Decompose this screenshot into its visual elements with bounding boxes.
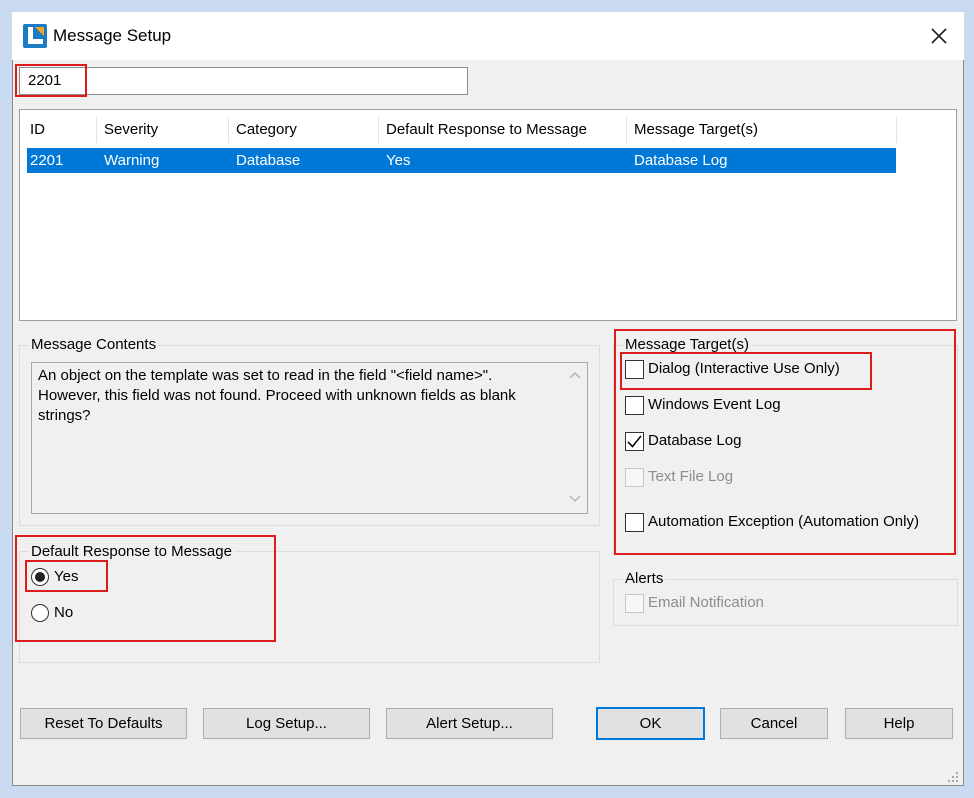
log-setup-button[interactable]: Log Setup... xyxy=(203,708,370,739)
app-logo-icon xyxy=(23,24,47,48)
automation-exception-checkbox[interactable] xyxy=(625,513,644,532)
email-notification-label: Email Notification xyxy=(648,594,764,611)
annotation-highlight-box xyxy=(620,352,872,390)
text-file-log-label: Text File Log xyxy=(648,468,734,485)
column-header-category[interactable]: Category xyxy=(229,117,379,143)
windows-event-log-label[interactable]: Windows Event Log xyxy=(648,396,781,413)
column-header-message-targets[interactable]: Message Target(s) xyxy=(627,117,897,143)
annotation-highlight-box xyxy=(15,64,87,97)
message-contents-scrollbar[interactable] xyxy=(563,363,587,513)
alert-setup-button[interactable]: Alert Setup... xyxy=(386,708,553,739)
annotation-highlight-box xyxy=(25,560,108,592)
message-contents-text: An object on the template was set to rea… xyxy=(31,362,588,514)
cell-message-targets: Database Log xyxy=(634,152,728,169)
windows-event-log-checkbox[interactable] xyxy=(625,396,644,415)
message-contents-title: Message Contents xyxy=(29,336,159,353)
column-header-default-response[interactable]: Default Response to Message xyxy=(379,117,627,143)
close-icon[interactable] xyxy=(922,20,956,52)
no-radio-label[interactable]: No xyxy=(54,604,73,621)
automation-exception-label[interactable]: Automation Exception (Automation Only) xyxy=(648,513,919,530)
message-contents-body: An object on the template was set to rea… xyxy=(38,367,516,424)
cell-category: Database xyxy=(236,152,301,169)
text-file-log-checkbox xyxy=(625,468,644,487)
help-button[interactable]: Help xyxy=(845,708,953,739)
column-header-id[interactable]: ID xyxy=(23,117,97,143)
cell-default-response: Yes xyxy=(386,152,411,169)
alerts-title: Alerts xyxy=(623,570,666,587)
resize-grip-icon[interactable] xyxy=(944,770,960,784)
checkmark-icon xyxy=(627,435,642,448)
no-radio[interactable] xyxy=(31,604,49,622)
ok-button[interactable]: OK xyxy=(596,707,705,740)
window-title: Message Setup xyxy=(53,26,172,45)
database-log-checkbox[interactable] xyxy=(625,432,644,451)
cell-id: 2201 xyxy=(30,152,64,169)
reset-to-defaults-button[interactable]: Reset To Defaults xyxy=(20,708,187,739)
column-header-severity[interactable]: Severity xyxy=(97,117,229,143)
email-notification-checkbox xyxy=(625,594,644,613)
cancel-button[interactable]: Cancel xyxy=(720,708,828,739)
database-log-label[interactable]: Database Log xyxy=(648,432,741,449)
cell-severity: Warning xyxy=(104,152,160,169)
